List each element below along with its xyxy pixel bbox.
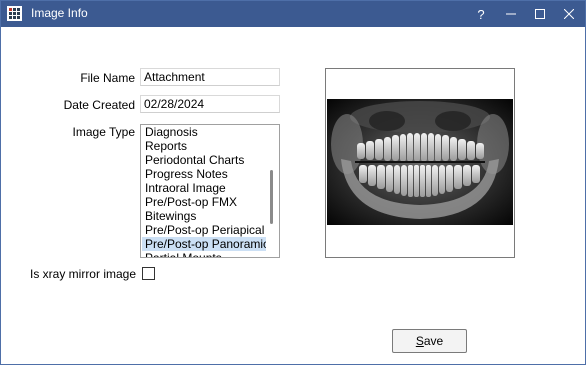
date-created-input[interactable] [140,95,280,113]
image-type-option[interactable]: Bitewings [142,209,266,223]
minimize-icon [506,13,516,15]
image-type-option[interactable]: Pre/Post-op Panoramic [142,237,269,251]
image-preview-frame [325,68,515,258]
help-button[interactable]: ? [466,1,496,27]
image-type-option[interactable]: Diagnosis [142,125,266,139]
image-info-window: Image Info ? File Name Date Created Imag… [0,0,586,365]
close-button[interactable] [554,1,584,27]
file-name-label: File Name [80,71,135,85]
maximize-button[interactable] [525,1,555,27]
xray-mirror-checkbox[interactable] [142,267,155,280]
maximize-icon [535,9,545,19]
save-button[interactable]: Save [392,329,467,353]
image-type-option[interactable]: Progress Notes [142,167,266,181]
xray-mirror-label: Is xray mirror image [29,267,136,281]
listbox-scrollbar[interactable] [266,126,278,256]
save-label-rest: ave [423,334,444,348]
title-bar: Image Info ? [1,1,585,27]
image-type-option[interactable]: Partial Mounts [142,251,266,257]
close-icon [564,9,574,19]
app-grid-icon [7,6,22,21]
image-type-option[interactable]: Intraoral Image [142,181,266,195]
image-type-label: Image Type [72,125,135,139]
file-name-input[interactable] [140,68,280,86]
minimize-button[interactable] [496,1,526,27]
save-label-mnemonic: S [415,334,424,348]
scrollbar-thumb[interactable] [270,170,273,224]
image-type-option[interactable]: Pre/Post-op FMX [142,195,266,209]
window-title: Image Info [31,6,88,20]
image-type-list: Diagnosis Reports Periodontal Charts Progre… [142,125,269,257]
panoramic-xray-image [327,99,513,225]
image-type-option[interactable]: Reports [142,139,266,153]
date-created-label: Date Created [63,98,135,112]
image-type-option[interactable]: Pre/Post-op Periapical [142,223,266,237]
image-type-listbox[interactable]: Diagnosis Reports Periodontal Charts Progre… [140,124,280,258]
image-type-option[interactable]: Periodontal Charts [142,153,266,167]
